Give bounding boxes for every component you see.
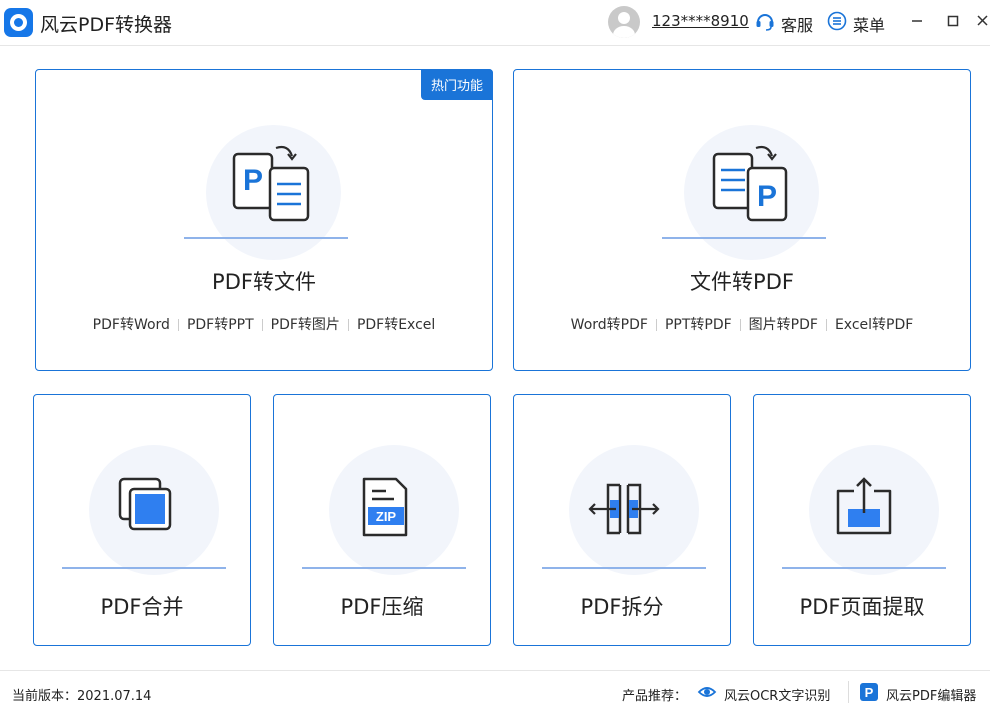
hot-feature-badge: 热门功能 [420,69,493,100]
split-icon [588,483,660,535]
app-title: 风云PDF转换器 [40,14,173,36]
pdf-to-file-card[interactable]: 热门功能 P PDF转文件 PDF转Word PDF转PPT PDF转图片 PDF转E… [35,69,493,371]
menu-icon[interactable] [827,11,847,31]
pdf-split-card[interactable]: PDF拆分 [513,394,731,646]
file-to-pdf-links: Word转PDF PPT转PDF 图片转PDF Excel转PDF [514,314,970,334]
ppt-to-pdf-link[interactable]: PPT转PDF [657,314,740,334]
version-label: 当前版本：2021.07.14 [12,689,152,704]
decorative-baseline [302,567,466,569]
word-to-pdf-link[interactable]: Word转PDF [563,314,656,334]
user-account-link[interactable]: 123****8910 [652,12,749,30]
recommend-label: 产品推荐： [622,689,688,704]
pdf-split-title: PDF拆分 [580,595,664,619]
pdf-editor-product-link[interactable]: 风云PDF编辑器 [886,685,976,704]
decorative-baseline [62,567,226,569]
avatar[interactable] [608,6,640,38]
ocr-eye-icon[interactable] [697,682,717,702]
file-to-pdf-title: 文件转PDF [690,270,794,294]
maximize-icon[interactable] [942,10,964,32]
pdf-merge-title: PDF合并 [100,595,184,619]
pdf-to-file-links: PDF转Word PDF转PPT PDF转图片 PDF转Excel [36,314,492,334]
customer-service-button[interactable]: 客服 [781,12,813,36]
pdf-to-image-link[interactable]: PDF转图片 [263,314,348,334]
svg-text:P: P [243,164,263,197]
minimize-icon[interactable] [906,10,928,32]
title-bar: 风云PDF转换器 123****8910 客服 菜单 [0,0,990,46]
zip-file-icon: ZIP [362,477,408,537]
pdf-to-ppt-link[interactable]: PDF转PPT [179,314,262,334]
svg-text:P: P [865,685,874,700]
pdf-editor-icon[interactable]: P [859,682,879,702]
decorative-baseline [542,567,706,569]
file-to-pdf-card[interactable]: P 文件转PDF Word转PDF PPT转PDF 图片转PDF Excel转PDF [513,69,971,371]
pdf-to-excel-link[interactable]: PDF转Excel [349,314,443,334]
image-to-pdf-link[interactable]: 图片转PDF [741,314,826,334]
decorative-baseline [662,237,826,239]
menu-button[interactable]: 菜单 [853,12,885,36]
app-logo-icon [4,8,33,37]
file-to-pdf-icon: P [712,145,788,222]
pdf-extract-card[interactable]: PDF页面提取 [753,394,971,646]
extract-icon [836,477,892,535]
pdf-to-file-icon: P [232,145,310,222]
status-bar: 当前版本：2021.07.14 产品推荐： 风云OCR文字识别 P 风云PDF编… [0,670,990,706]
decorative-baseline [184,237,348,239]
pdf-extract-title: PDF页面提取 [799,595,925,619]
merge-icon [118,477,172,531]
footer-divider [848,681,849,703]
ocr-product-link[interactable]: 风云OCR文字识别 [724,685,830,704]
decorative-baseline [782,567,946,569]
pdf-compress-title: PDF压缩 [340,595,424,619]
pdf-merge-card[interactable]: PDF合并 [33,394,251,646]
excel-to-pdf-link[interactable]: Excel转PDF [827,314,921,334]
close-icon[interactable] [972,10,990,32]
pdf-to-word-link[interactable]: PDF转Word [85,314,178,334]
zip-label: ZIP [376,509,397,524]
pdf-to-file-title: PDF转文件 [212,270,316,294]
svg-text:P: P [757,180,777,213]
pdf-compress-card[interactable]: ZIP PDF压缩 [273,394,491,646]
headset-icon[interactable] [754,10,776,32]
